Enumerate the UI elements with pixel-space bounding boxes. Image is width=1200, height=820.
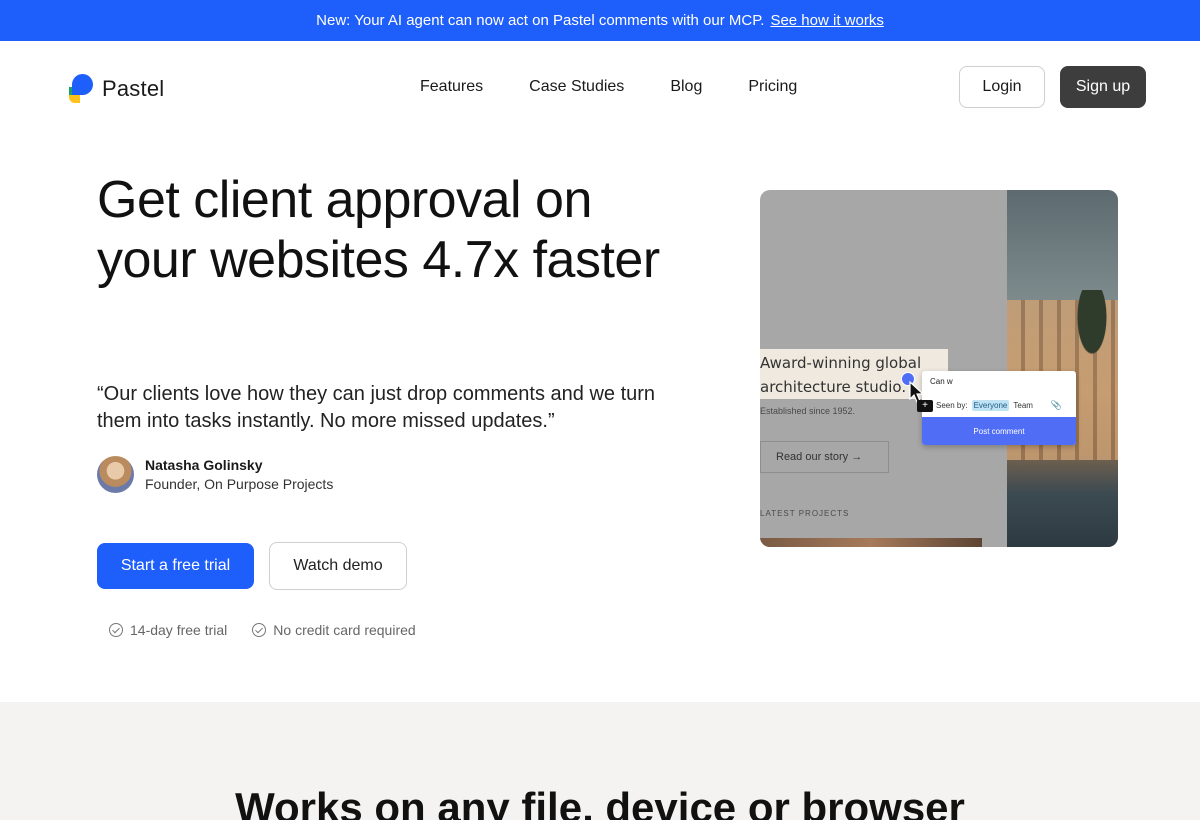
perk-label: No credit card required [273,622,416,638]
seen-by-row: Seen by: Everyone Team [936,400,1033,411]
pastel-logo-icon [69,74,94,104]
testimonial-author: Natasha Golinsky Founder, On Purpose Pro… [97,456,333,493]
hotel-photo [1007,190,1118,547]
mockup-established: Established since 1952. [760,406,856,416]
mockup-title: Award-winning global architecture studio… [760,351,921,399]
nav-link-features[interactable]: Features [420,78,483,96]
perk-item: No credit card required [252,622,416,638]
add-comment-icon: + [917,400,933,412]
seen-by-label: Seen by: [936,401,968,410]
perk-label: 14-day free trial [130,622,228,638]
seen-team-tag: Team [1013,401,1033,410]
seen-everyone-tag: Everyone [971,400,1010,411]
login-button[interactable]: Login [959,66,1045,108]
author-name: Natasha Golinsky [145,457,263,473]
mockup-project-thumbnail [760,538,982,547]
avatar [97,456,134,493]
testimonial-quote: “Our clients love how they can just drop… [97,383,656,432]
post-comment-button: Post comment [922,417,1076,445]
mockup-latest-projects: LATEST PROJECTS [760,509,850,518]
nav-link-pricing[interactable]: Pricing [748,78,797,96]
watch-demo-button[interactable]: Watch demo [269,542,407,590]
banner-text: New: Your AI agent can now act on Pastel… [316,12,765,29]
signup-button[interactable]: Sign up [1060,66,1146,108]
nav-links: Features Case Studies Blog Pricing [420,78,797,96]
brand-name: Pastel [102,76,165,101]
banner-link[interactable]: See how it works [770,12,883,29]
author-role: Founder, On Purpose Projects [145,476,334,492]
logo[interactable]: Pastel [69,74,164,104]
perk-item: 14-day free trial [109,622,227,638]
comment-popup: Can w Seen by: Everyone Team 📎 Post comm… [922,371,1076,445]
mockup-title-line: architecture studio. [760,378,907,396]
nav-link-case-studies[interactable]: Case Studies [529,78,624,96]
perks: 14-day free trial No credit card require… [109,622,416,638]
hero-headline: Get client approval on your websites 4.7… [97,171,660,289]
section-title: Works on any file, device or browser [235,784,965,820]
check-circle-icon [109,623,123,637]
announcement-banner: New: Your AI agent can now act on Pastel… [0,0,1200,41]
product-mockup: Award-winning global architecture studio… [760,190,1118,547]
comment-input: Can w [930,377,953,386]
mockup-read-story-button: Read our story → [760,441,889,473]
nav-link-blog[interactable]: Blog [670,78,702,96]
check-circle-icon [252,623,267,637]
features-section: Works on any file, device or browser [0,702,1200,820]
mockup-title-line: Award-winning global [760,354,922,372]
top-nav: Pastel Features Case Studies Blog Pricin… [0,41,1200,133]
paperclip-icon: 📎 [1050,400,1062,410]
start-trial-button[interactable]: Start a free trial [97,543,254,589]
